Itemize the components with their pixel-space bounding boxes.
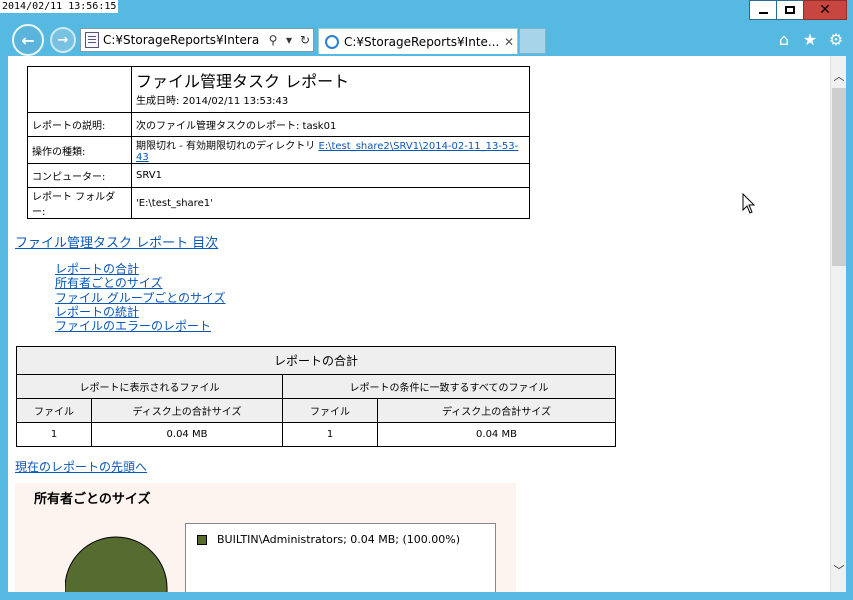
section-title: 所有者ごとのサイズ	[34, 492, 151, 507]
row-label: コンピューター:	[27, 163, 132, 188]
address-text[interactable]: C:¥StorageReports¥Intera	[103, 33, 265, 47]
close-button[interactable]: ✕	[803, 0, 847, 20]
row-value: 期限切れ - 有効期限切れのディレクトリ	[136, 141, 316, 152]
group-header: レポートに表示されるファイル	[16, 374, 283, 399]
address-bar[interactable]: C:¥StorageReports¥Intera ⚲ ▾ ↻	[80, 28, 314, 52]
report-generated: 生成日時: 2014/02/11 13:53:43	[136, 96, 289, 107]
group-header: レポートの条件に一致するすべてのファイル	[282, 374, 616, 399]
maximize-icon	[785, 6, 795, 14]
row-value-cell: 期限切れ - 有効期限切れのディレクトリ E:\test_share2\SRV1…	[131, 136, 530, 164]
screenshot-timestamp: 2014/02/11 13:56:15	[0, 0, 119, 13]
search-icon[interactable]: ⚲	[265, 33, 281, 47]
toc-link[interactable]: 所有者ごとのサイズ	[55, 276, 226, 290]
legend-label: BUILTIN\Administrators; 0.04 MB; (100.00…	[217, 533, 461, 546]
row-label: レポート フォルダー:	[27, 187, 132, 219]
column-header: ファイル	[282, 398, 378, 423]
minimize-icon	[758, 12, 768, 14]
tab-title: C:¥StorageReports¥Inte...	[344, 34, 500, 49]
summary-table: レポートの合計 レポートに表示されるファイル レポートの条件に一致するすべてのフ…	[16, 346, 616, 447]
new-tab-button[interactable]	[519, 28, 546, 54]
mouse-cursor-icon	[742, 193, 756, 214]
minimize-button[interactable]	[749, 0, 777, 20]
toc-link[interactable]: レポートの統計	[55, 305, 226, 319]
chart-legend: BUILTIN\Administrators; 0.04 MB; (100.00…	[185, 523, 496, 592]
forward-button[interactable]: →	[50, 27, 76, 53]
row-label: 操作の種類:	[27, 136, 132, 164]
close-icon: ✕	[819, 2, 831, 18]
ie-icon	[325, 34, 339, 49]
gear-icon[interactable]: ⚙	[827, 30, 845, 49]
pie-chart	[65, 536, 168, 592]
toc-link[interactable]: ファイルのエラーのレポート	[55, 319, 226, 333]
back-button[interactable]: ←	[12, 24, 44, 56]
table-cell: 1	[282, 422, 378, 447]
tab-close-icon[interactable]: ✕	[501, 35, 517, 49]
toc-link[interactable]: レポートの合計	[55, 262, 226, 276]
arrow-left-icon: ←	[21, 30, 35, 50]
scroll-down-icon[interactable]: ﹀	[831, 562, 847, 578]
dropdown-icon[interactable]: ▾	[281, 33, 297, 47]
pie-slice	[65, 536, 168, 592]
refresh-icon[interactable]: ↻	[297, 33, 313, 47]
row-value: 次のファイル管理タスクのレポート: task01	[131, 112, 530, 137]
toc-heading-link[interactable]: ファイル管理タスク レポート 目次	[15, 232, 218, 251]
browser-tab[interactable]: C:¥StorageReports¥Inte... ✕	[318, 28, 518, 54]
column-header: ファイル	[16, 398, 92, 423]
report-header-cell: ファイル管理タスク レポート 生成日時: 2014/02/11 13:53:43	[131, 66, 530, 113]
row-label: レポートの説明:	[27, 112, 132, 137]
table-cell: 0.04 MB	[91, 422, 283, 447]
report-info-table: ファイル管理タスク レポート 生成日時: 2014/02/11 13:53:43…	[27, 66, 530, 219]
back-to-top-link[interactable]: 現在のレポートの先頭へ	[15, 458, 147, 475]
legend-swatch	[197, 535, 207, 545]
arrow-right-icon: →	[57, 32, 69, 48]
owner-size-section: 所有者ごとのサイズ BUILTIN\Administrators; 0.04 M…	[15, 483, 516, 592]
row-value: SRV1	[131, 163, 530, 188]
column-header: ディスク上の合計サイズ	[377, 398, 616, 423]
page-content: ファイル管理タスク レポート 生成日時: 2014/02/11 13:53:43…	[8, 56, 830, 592]
scroll-up-icon[interactable]: ︿	[831, 68, 847, 84]
toc-list: レポートの合計 所有者ごとのサイズ ファイル グループごとのサイズ レポートの統…	[55, 262, 226, 333]
page-icon	[85, 32, 99, 48]
column-header: ディスク上の合計サイズ	[91, 398, 283, 423]
toc-link[interactable]: ファイル グループごとのサイズ	[55, 291, 226, 305]
empty-cell	[27, 66, 132, 113]
scroll-thumb[interactable]	[832, 88, 846, 266]
table-cell: 0.04 MB	[377, 422, 616, 447]
maximize-button[interactable]	[776, 0, 804, 20]
home-icon[interactable]: ⌂	[775, 30, 793, 49]
vertical-scrollbar[interactable]: ︿ ﹀	[830, 56, 846, 592]
window-controls: ✕	[749, 0, 847, 20]
report-title: ファイル管理タスク レポート	[136, 72, 350, 91]
row-value: 'E:\test_share1'	[131, 187, 530, 219]
favorites-star-icon[interactable]: ★	[801, 30, 819, 49]
toolbar-icons: ⌂ ★ ⚙	[775, 30, 845, 49]
table-cell: 1	[16, 422, 92, 447]
summary-title: レポートの合計	[16, 346, 616, 375]
